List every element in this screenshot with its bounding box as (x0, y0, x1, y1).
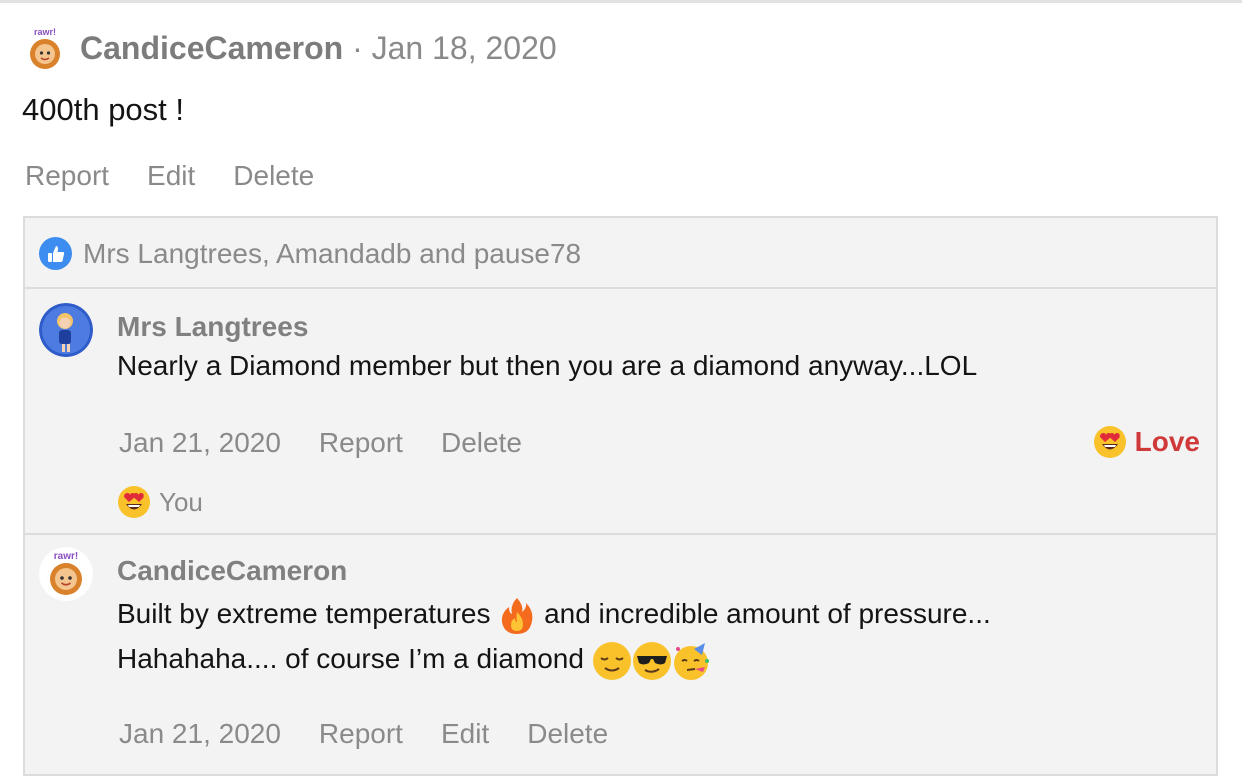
likes-row: Mrs Langtrees, Amandadb and pause78 (25, 218, 1216, 289)
meta-separator: · (343, 30, 372, 66)
love-reaction-button[interactable]: Love (1093, 425, 1200, 459)
comment-delete-link[interactable]: Delete (527, 718, 608, 750)
thumbs-up-icon (39, 237, 72, 270)
comment-author-avatar[interactable]: rawr! (39, 547, 93, 601)
post-delete-link[interactable]: Delete (233, 160, 314, 192)
post-edit-link[interactable]: Edit (147, 160, 195, 192)
comment-author-name[interactable]: CandiceCameron (117, 555, 347, 587)
comment-text: Nearly a Diamond member but then you are… (117, 350, 978, 381)
comment-edit-link[interactable]: Edit (441, 718, 489, 750)
comment-delete-link[interactable]: Delete (441, 427, 522, 459)
post-actions: Report Edit Delete (25, 160, 314, 192)
comment-line-2: Hahahaha.... of course I’m a diamond (117, 636, 991, 681)
post-report-link[interactable]: Report (25, 160, 109, 192)
comment-date[interactable]: Jan 21, 2020 (119, 427, 281, 459)
reaction-summary[interactable]: You (117, 485, 203, 519)
heart-eyes-emoji-icon (117, 485, 151, 519)
partying-face-emoji-icon (672, 641, 712, 681)
comment-date[interactable]: Jan 21, 2020 (119, 718, 281, 750)
comment-line-2-text: Hahahaha.... of course I’m a diamond (117, 643, 584, 674)
fire-emoji-icon (498, 596, 536, 636)
relieved-face-emoji-icon (592, 641, 632, 681)
comment-text: Built by extreme temperatures and incred… (117, 591, 991, 681)
post-body: 400th post ! (22, 92, 185, 127)
sunglasses-face-emoji-icon (632, 641, 672, 681)
comment-item: rawr! CandiceCameron Built by extreme te… (25, 535, 1216, 780)
comment-item: Mrs Langtrees Nearly a Diamond member bu… (25, 289, 1216, 535)
post-author-name[interactable]: CandiceCameron (80, 30, 343, 66)
love-label: Love (1134, 426, 1200, 457)
comment-line-1-end: and incredible amount of pressure... (544, 598, 991, 629)
post-date[interactable]: Jan 18, 2020 (372, 30, 557, 66)
comment-report-link[interactable]: Report (319, 718, 403, 750)
avatar-badge-text: rawr! (34, 27, 56, 37)
comments-block: Mrs Langtrees, Amandadb and pause78 Mrs … (23, 216, 1218, 776)
comment-line-1: Built by extreme temperatures and incred… (117, 591, 991, 636)
reaction-summary-label: You (159, 486, 203, 517)
comment-author-name[interactable]: Mrs Langtrees (117, 311, 308, 343)
comment-line-1-start: Built by extreme temperatures (117, 598, 491, 629)
post-author-avatar[interactable]: rawr! (22, 26, 68, 72)
comment-actions: Jan 21, 2020 Report Edit Delete (119, 718, 608, 750)
heart-eyes-emoji-icon (1093, 425, 1127, 459)
comment-actions: Jan 21, 2020 Report Delete (119, 427, 522, 459)
likes-list[interactable]: Mrs Langtrees, Amandadb and pause78 (83, 238, 581, 270)
comment-report-link[interactable]: Report (319, 427, 403, 459)
avatar-badge-text: rawr! (54, 551, 78, 562)
comment-author-avatar[interactable] (39, 303, 93, 357)
top-divider (0, 0, 1242, 3)
post-meta: CandiceCameron · Jan 18, 2020 (80, 30, 557, 67)
